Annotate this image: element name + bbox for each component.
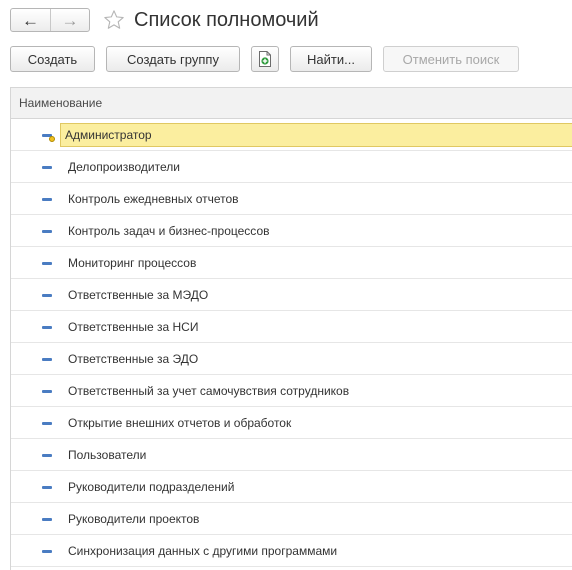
forward-button[interactable]: → <box>51 9 89 31</box>
arrow-left-icon: ← <box>22 10 39 30</box>
row-label: Мониторинг процессов <box>68 255 197 270</box>
role-icon <box>39 447 55 463</box>
dash-mark <box>42 389 52 393</box>
cancel-search-button[interactable]: Отменить поиск <box>383 46 519 72</box>
role-icon <box>39 479 55 495</box>
role-main-icon <box>39 127 55 143</box>
table-row[interactable]: Синхронизация данных с другими программа… <box>11 535 572 567</box>
row-label: Ответственный за учет самочувствия сотру… <box>68 383 350 398</box>
dash-mark <box>42 421 52 425</box>
role-icon <box>39 287 55 303</box>
row-label: Руководители подразделений <box>68 479 235 494</box>
back-button[interactable]: ← <box>11 9 51 31</box>
row-label: Ответственные за МЭДО <box>68 287 209 302</box>
table-row[interactable]: Ответственные за НСИ <box>11 311 572 343</box>
title-bar: ← → Список полномочий <box>10 6 319 34</box>
role-icon <box>39 159 55 175</box>
table-row[interactable]: Руководители проектов <box>11 503 572 535</box>
role-icon <box>39 255 55 271</box>
row-label: Администратор <box>60 122 572 147</box>
row-label: Контроль ежедневных отчетов <box>68 191 239 206</box>
create-button[interactable]: Создать <box>10 46 95 72</box>
table-row[interactable]: Ответственный за учет самочувствия сотру… <box>11 375 572 407</box>
role-icon <box>39 383 55 399</box>
table-row[interactable]: Открытие внешних отчетов и обработок <box>11 407 572 439</box>
row-label: Пользователи <box>68 447 147 462</box>
role-icon <box>39 223 55 239</box>
dash-mark <box>42 197 52 201</box>
find-button[interactable]: Найти... <box>290 46 372 72</box>
table-body: Администратор Делопроизводители Контроль е… <box>11 119 572 567</box>
row-label: Ответственные за НСИ <box>68 319 199 334</box>
row-label: Делопроизводители <box>68 159 180 174</box>
arrow-right-icon: → <box>61 10 79 30</box>
dash-mark <box>42 165 52 169</box>
command-bar: Создать Создать группу Найти... Отменить… <box>10 46 530 72</box>
document-add-icon <box>259 51 271 67</box>
row-label: Синхронизация данных с другими программа… <box>68 543 338 558</box>
dash-mark <box>42 229 52 233</box>
table-row[interactable]: Мониторинг процессов <box>11 247 572 279</box>
table-row[interactable]: Руководители подразделений <box>11 471 572 503</box>
table-row[interactable]: Контроль задач и бизнес-процессов <box>11 215 572 247</box>
main-marker <box>49 135 55 142</box>
dash-mark <box>42 293 52 297</box>
dash-mark <box>42 261 52 265</box>
dash-mark <box>42 325 52 329</box>
dash-mark <box>42 485 52 489</box>
table-row[interactable]: Ответственные за ЭДО <box>11 343 572 375</box>
row-label: Открытие внешних отчетов и обработок <box>68 415 292 430</box>
column-header-name[interactable]: Наименование <box>11 88 572 119</box>
table-row[interactable]: Администратор <box>11 119 572 151</box>
dash-mark <box>42 549 52 553</box>
dash-mark <box>42 517 52 521</box>
role-icon <box>39 319 55 335</box>
row-label: Руководители проектов <box>68 511 200 526</box>
favorite-star-icon[interactable] <box>102 8 126 32</box>
copy-document-button[interactable] <box>251 46 279 72</box>
page-title: Список полномочий <box>134 8 319 31</box>
row-label: Ответственные за ЭДО <box>68 351 199 366</box>
app-window: ← → Список полномочий Создать Создать гр… <box>0 0 572 570</box>
table-row[interactable]: Пользователи <box>11 439 572 471</box>
dash-mark <box>42 357 52 361</box>
table-row[interactable]: Контроль ежедневных отчетов <box>11 183 572 215</box>
row-label: Контроль задач и бизнес-процессов <box>68 223 270 238</box>
nav-button-group: ← → <box>10 8 90 32</box>
roles-table: Наименование Администратор Делопроизводит… <box>10 87 572 570</box>
role-icon <box>39 511 55 527</box>
role-icon <box>39 415 55 431</box>
role-icon <box>39 543 55 559</box>
table-row[interactable]: Делопроизводители <box>11 151 572 183</box>
dash-mark <box>42 453 52 457</box>
role-icon <box>39 351 55 367</box>
role-icon <box>39 191 55 207</box>
create-group-button[interactable]: Создать группу <box>106 46 240 72</box>
table-row[interactable]: Ответственные за МЭДО <box>11 279 572 311</box>
